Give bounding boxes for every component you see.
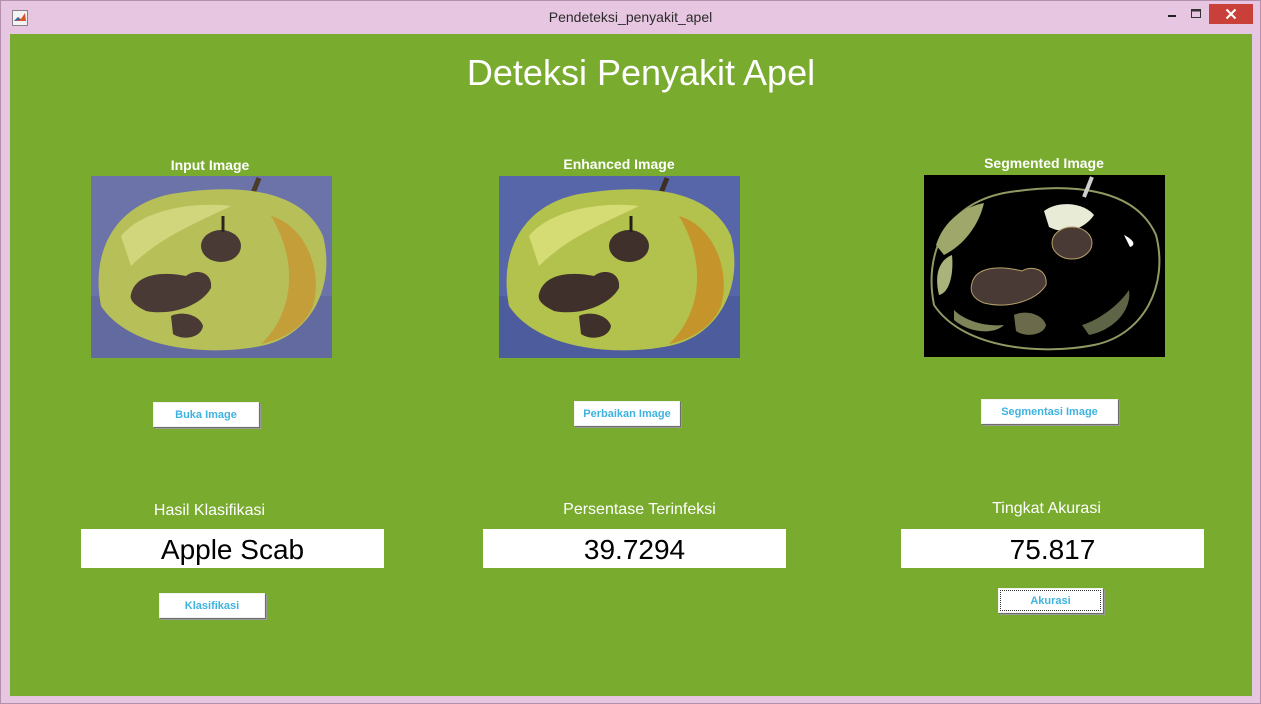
segmented-image-caption: Segmented Image: [984, 155, 1104, 171]
tingkat-akurasi-field: 75.817: [901, 529, 1204, 568]
input-image: [91, 176, 332, 358]
persentase-terinfeksi-field: 39.7294: [483, 529, 786, 568]
segmentasi-image-button[interactable]: Segmentasi Image: [981, 399, 1118, 424]
perbaikan-image-button[interactable]: Perbaikan Image: [574, 401, 680, 426]
klasifikasi-button[interactable]: Klasifikasi: [159, 593, 265, 618]
maximize-button[interactable]: [1185, 4, 1207, 24]
enhanced-image: [499, 176, 740, 358]
buka-image-button[interactable]: Buka Image: [153, 402, 259, 427]
akurasi-button[interactable]: Akurasi: [998, 588, 1103, 613]
figure-canvas: Deteksi Penyakit Apel Input Image Buka I…: [10, 34, 1252, 696]
close-button[interactable]: [1209, 4, 1253, 24]
enhanced-image-caption: Enhanced Image: [563, 156, 675, 172]
app-window: Pendeteksi_penyakit_apel Deteksi Penyaki…: [0, 0, 1261, 704]
page-title: Deteksi Penyakit Apel: [466, 52, 816, 93]
hasil-klasifikasi-label: Hasil Klasifikasi: [153, 502, 266, 519]
segmented-image: [924, 175, 1165, 357]
input-image-caption: Input Image: [170, 157, 250, 173]
minimize-button[interactable]: [1161, 4, 1183, 24]
hasil-klasifikasi-field: Apple Scab: [81, 529, 384, 568]
title-bar[interactable]: Pendeteksi_penyakit_apel: [1, 1, 1260, 32]
window-title: Pendeteksi_penyakit_apel: [548, 9, 713, 25]
persentase-terinfeksi-label: Persentase Terinfeksi: [563, 501, 716, 518]
tingkat-akurasi-label: Tingkat Akurasi: [992, 500, 1101, 517]
